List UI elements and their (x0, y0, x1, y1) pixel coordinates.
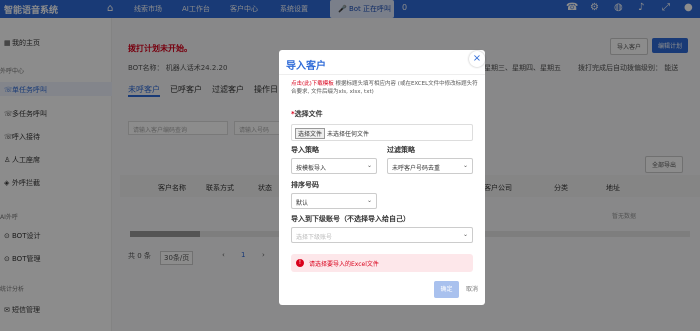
import-customer-dialog: 导入客户 × 点击(此)下载模板 根据标题头填写相应内容 (或在EXCEL文件中… (279, 50, 485, 305)
dialog-title: 导入客户 (286, 61, 326, 72)
filter-label: 过滤策略 (387, 146, 415, 154)
import-hint: 点击(此)下载模板 根据标题头填写相应内容 (或在EXCEL文件中修改标题头符合… (291, 80, 479, 96)
sub-account-label: 导入到下级账号（不选择导入给自己） (291, 215, 410, 223)
sort-label: 排序号码 (291, 181, 319, 189)
error-message: ! 请选择要导入的Excel文件 (291, 254, 473, 272)
strategy-label: 导入策略 (291, 146, 319, 154)
divider (279, 74, 485, 75)
sub-account-select[interactable]: 选择下级账号 ⌄ (291, 227, 473, 243)
sort-select[interactable]: 默认 ⌄ (291, 193, 377, 209)
chevron-down-icon: ⌄ (462, 231, 468, 238)
choose-file-button[interactable]: 选择文件 (295, 128, 326, 139)
error-icon: ! (296, 259, 304, 267)
filter-strategy-select[interactable]: 未呼客户号码去重 ⌄ (387, 158, 473, 174)
chevron-down-icon: ⌄ (366, 162, 372, 169)
file-status: 未选择任何文件 (326, 131, 369, 138)
confirm-button[interactable]: 确定 (434, 281, 459, 298)
import-strategy-select[interactable]: 按模板导入 ⌄ (291, 158, 377, 174)
cancel-button[interactable]: 取消 (461, 281, 483, 298)
download-template-link[interactable]: 点击(此)下载模板 (291, 81, 334, 87)
chevron-down-icon: ⌄ (366, 197, 372, 204)
file-label: *选择文件 (291, 110, 323, 118)
close-icon[interactable]: × (469, 51, 485, 67)
file-input[interactable]: 选择文件 未选择任何文件 (291, 124, 473, 141)
chevron-down-icon: ⌄ (462, 162, 468, 169)
